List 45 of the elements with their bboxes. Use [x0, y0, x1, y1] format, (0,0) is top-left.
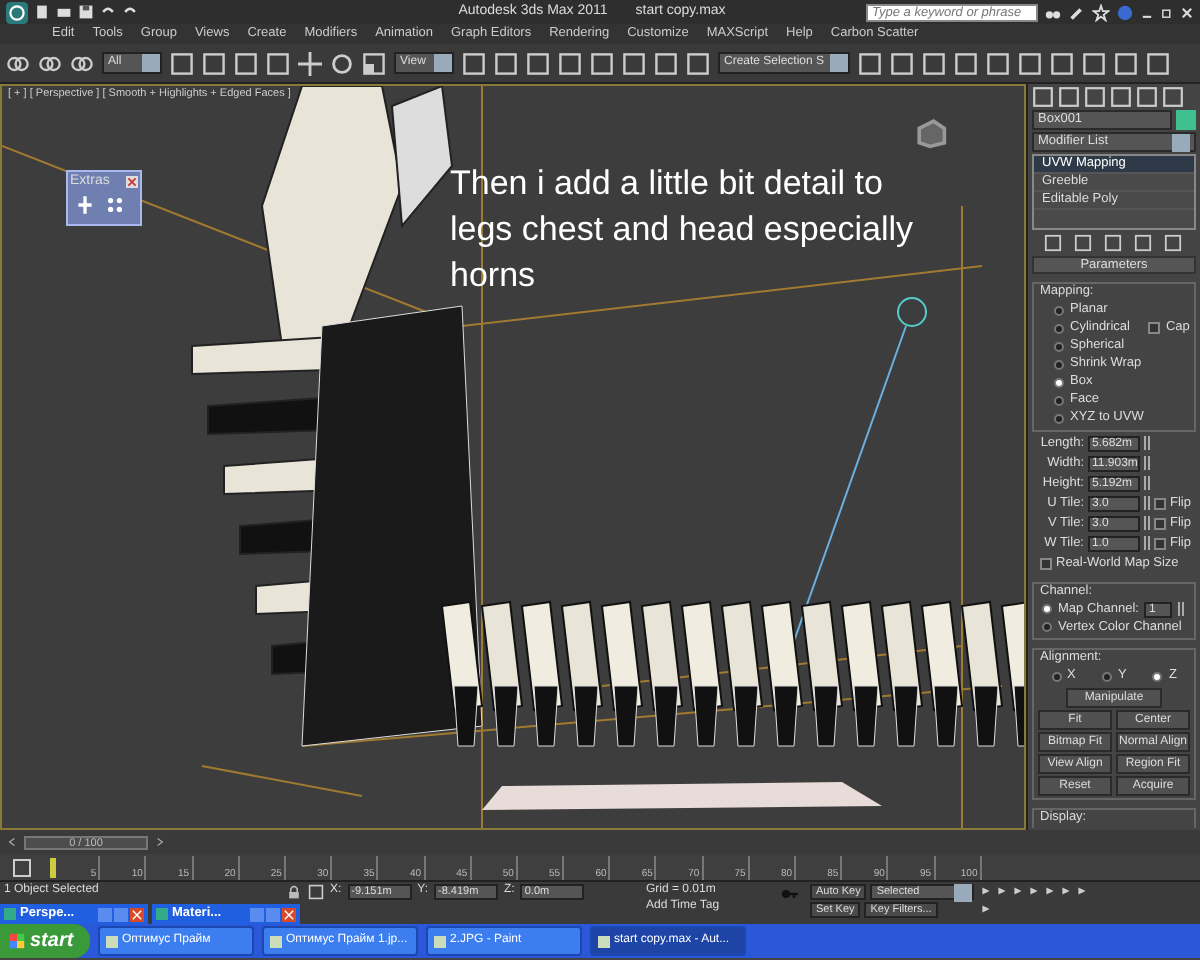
radio-button[interactable] [1042, 604, 1052, 615]
spinner-icon[interactable] [1178, 602, 1185, 617]
unlink-icon[interactable] [38, 51, 62, 75]
program-icon [434, 935, 446, 947]
link-icon[interactable] [6, 51, 30, 75]
lock-icon[interactable] [286, 884, 302, 900]
program-icon [106, 935, 118, 947]
program-icon [270, 935, 282, 947]
radio-button[interactable] [1054, 395, 1064, 406]
array-icon[interactable] [104, 194, 126, 217]
object-color-swatch-icon[interactable] [1176, 110, 1196, 130]
program-icon [598, 935, 610, 947]
start-button[interactable]: start [0, 924, 90, 958]
checkbox[interactable] [1147, 322, 1160, 335]
app-logo-icon[interactable] [6, 1, 28, 23]
bind-icon[interactable] [70, 51, 94, 75]
radio-button[interactable] [1054, 305, 1064, 316]
checkbox[interactable] [1154, 517, 1166, 530]
radio-button[interactable] [1054, 341, 1064, 352]
checkbox[interactable] [1154, 537, 1166, 550]
new-file-icon[interactable] [34, 4, 50, 20]
move-icon[interactable] [298, 51, 322, 75]
radio-button[interactable] [1054, 377, 1064, 388]
checkbox[interactable] [1154, 497, 1166, 510]
radio-button[interactable] [1102, 671, 1112, 682]
frame-marker[interactable] [50, 858, 56, 878]
next-frame-icon[interactable] [154, 834, 166, 850]
radio-button[interactable] [1054, 323, 1064, 334]
star-icon[interactable] [1092, 3, 1110, 21]
viewcube-icon[interactable] [912, 114, 948, 150]
radio-button[interactable] [1051, 671, 1062, 682]
previous-frame-icon[interactable] [6, 834, 18, 850]
radio-button[interactable] [1054, 359, 1064, 370]
windows-logo-icon [8, 932, 26, 950]
window-icon [156, 908, 168, 920]
checkbox[interactable] [1040, 557, 1052, 570]
rotate-icon[interactable] [330, 51, 354, 75]
save-icon[interactable] [78, 4, 94, 20]
radio-button[interactable] [1152, 671, 1163, 682]
caption-text: Then i add a little bit detail to legs chest and head especially horns [450, 162, 916, 298]
radio-button[interactable] [1054, 413, 1064, 424]
window-icon [4, 908, 16, 920]
radio-button[interactable] [1042, 622, 1052, 633]
play-icon[interactable] [1012, 884, 1025, 898]
scale-icon[interactable] [362, 51, 386, 75]
